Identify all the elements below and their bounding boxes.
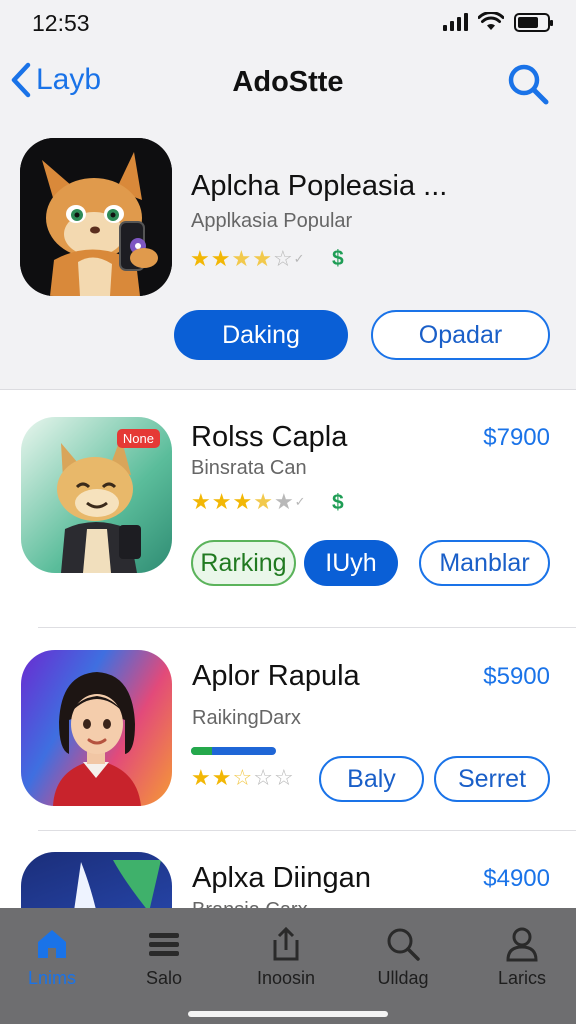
featured-app-card: Aplcha Popleasia ... Applkasia Popular ★… bbox=[0, 118, 576, 390]
app-subtitle: Binsrata Can bbox=[191, 457, 307, 479]
tab-label: Salo bbox=[145, 968, 183, 988]
tab-home[interactable]: Lnims bbox=[2, 924, 102, 989]
tab-label: Inoosin bbox=[256, 968, 316, 988]
featured-primary-button[interactable]: Daking bbox=[174, 310, 348, 360]
app-list-item[interactable]: Aplor Rapula $5900 RaikingDarx ★ ★ ☆ ☆ ☆ Bal… bbox=[0, 628, 576, 830]
app-subtitle: Bransia Carx bbox=[192, 899, 308, 908]
app-subtitle: RaikingDarx bbox=[192, 707, 301, 729]
home-indicator bbox=[188, 1011, 388, 1017]
tab-bar: Lnims Salo Inoosin Ulldag Larics bbox=[0, 908, 576, 1024]
app-price[interactable]: $4900 bbox=[483, 865, 550, 893]
app-title: Rolss Capla bbox=[191, 421, 348, 453]
app-list-item[interactable]: None Rolss Capla $7900 Binsrata Can ★ ★ ★ ★… bbox=[0, 391, 576, 627]
tab-label: Ulldag bbox=[377, 968, 429, 988]
home-icon bbox=[38, 930, 66, 958]
search-icon bbox=[387, 928, 420, 961]
wifi-icon bbox=[478, 12, 504, 30]
featured-price-indicator: $ bbox=[332, 247, 344, 270]
featured-app-subtitle: Applkasia Popular bbox=[191, 210, 353, 232]
nav-bar: Layb AdoStte bbox=[0, 48, 576, 118]
battery-icon bbox=[514, 12, 553, 32]
app-title: Aplxa Diingan bbox=[192, 862, 371, 894]
tab-profile[interactable]: Larics bbox=[472, 924, 572, 989]
status-time: 12:53 bbox=[32, 10, 90, 36]
ranking-button[interactable]: Rarking bbox=[191, 540, 296, 586]
tab-share[interactable]: Inoosin bbox=[236, 924, 336, 989]
app-rating-stars: ★ ★ ☆ ☆ ☆ bbox=[191, 765, 294, 790]
secondary-button[interactable]: Serret bbox=[434, 756, 550, 802]
app-list-item[interactable]: Aplxa Diingan $4900 Bransia Carx bbox=[0, 831, 576, 908]
app-rating-stars: ★ ★ ★ ★ ★ ✓ bbox=[191, 489, 306, 514]
manage-button[interactable]: Manblar bbox=[419, 540, 550, 586]
stack-icon bbox=[149, 933, 179, 956]
app-price[interactable]: $5900 bbox=[483, 663, 550, 691]
featured-rating-stars: ★ ★ ★ ★ ☆ ✓ bbox=[190, 246, 305, 271]
app-icon[interactable]: None bbox=[21, 417, 172, 573]
action-button[interactable]: IUyh bbox=[304, 540, 398, 586]
status-bar: 12:53 bbox=[0, 0, 576, 48]
status-icons bbox=[443, 12, 553, 32]
person-icon bbox=[506, 927, 538, 962]
share-icon bbox=[273, 926, 299, 961]
progress-bar bbox=[191, 747, 276, 755]
app-icon[interactable] bbox=[21, 650, 172, 806]
search-button[interactable] bbox=[506, 62, 550, 111]
page-title: AdoStte bbox=[232, 66, 344, 98]
tab-search[interactable]: Ulldag bbox=[353, 924, 453, 989]
buy-button[interactable]: Baly bbox=[319, 756, 424, 802]
tab-label: Larics bbox=[497, 968, 546, 988]
cellular-signal-icon bbox=[443, 13, 468, 31]
app-price-indicator: $ bbox=[332, 491, 344, 514]
featured-app-icon[interactable] bbox=[20, 138, 172, 296]
tab-stack[interactable]: Salo bbox=[114, 924, 214, 989]
featured-app-title: Aplcha Popleasia ... bbox=[191, 170, 448, 202]
search-icon bbox=[508, 64, 549, 105]
app-badge: None bbox=[116, 429, 160, 448]
app-price[interactable]: $7900 bbox=[483, 424, 550, 452]
tab-label: Lnims bbox=[27, 968, 76, 988]
progress-fill bbox=[191, 747, 213, 755]
app-icon[interactable] bbox=[21, 852, 172, 908]
featured-secondary-button[interactable]: Opadar bbox=[371, 310, 550, 360]
app-title: Aplor Rapula bbox=[192, 660, 360, 692]
